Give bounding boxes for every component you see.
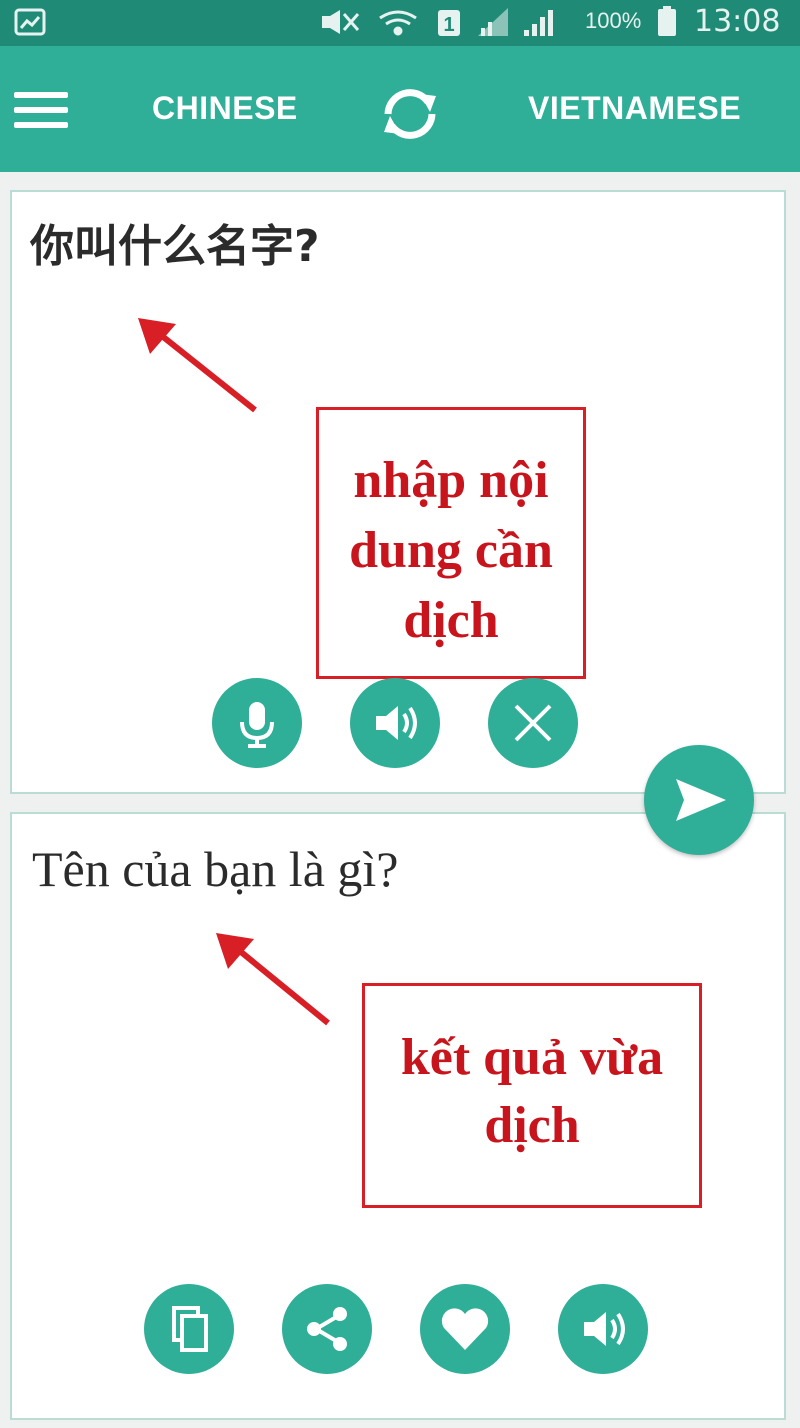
close-icon (514, 704, 552, 742)
annotation-line: nhập nội (353, 452, 549, 509)
status-bar: 1 100% 13:08 (0, 0, 800, 46)
wifi-icon (379, 10, 417, 36)
signal-icon-2 (524, 10, 553, 36)
source-language-button[interactable]: CHINESE (152, 90, 298, 127)
source-text-input[interactable]: 你叫什么名字? (30, 210, 320, 274)
annotation-input-note: nhập nội dung cần dịch (316, 407, 586, 679)
target-language-button[interactable]: VIETNAMESE (528, 90, 741, 127)
heart-icon (441, 1308, 489, 1350)
clear-button[interactable] (488, 678, 578, 768)
clock: 13:08 (694, 4, 781, 39)
speak-translation-button[interactable] (558, 1284, 648, 1374)
language-toolbar: CHINESE VIETNAMESE (0, 46, 800, 172)
share-button[interactable] (282, 1284, 372, 1374)
image-notification-icon (14, 8, 46, 36)
annotation-line: dịch (403, 592, 499, 649)
annotation-output-note: kết quả vừa dịch (362, 983, 702, 1208)
annotation-line: dung cần (349, 522, 553, 579)
svg-text:1: 1 (443, 14, 454, 36)
signal-icon (478, 8, 508, 36)
annotation-arrow-input (138, 318, 257, 413)
speaker-icon (584, 1312, 625, 1346)
annotation-line: kết quả vừa (400, 1029, 664, 1086)
share-icon (307, 1307, 347, 1351)
hamburger-icon[interactable] (14, 92, 70, 132)
mic-button[interactable] (212, 678, 302, 768)
speaker-icon (376, 706, 417, 740)
swap-icon[interactable] (376, 80, 444, 148)
send-icon (676, 779, 726, 821)
annotation-line: dịch (484, 1097, 580, 1154)
mic-icon (240, 702, 274, 748)
status-icons: 1 (322, 8, 553, 36)
mute-icon (322, 10, 360, 34)
translate-send-button[interactable] (644, 745, 754, 855)
annotation-arrow-output (216, 933, 330, 1026)
battery-icon (658, 6, 676, 36)
copy-icon (172, 1306, 208, 1352)
translated-text: Tên của bạn là gì? (32, 841, 399, 897)
speak-source-button[interactable] (350, 678, 440, 768)
favorite-button[interactable] (420, 1284, 510, 1374)
copy-button[interactable] (144, 1284, 234, 1374)
sim-icon: 1 (438, 10, 460, 36)
battery-percent: 100% (585, 8, 642, 33)
